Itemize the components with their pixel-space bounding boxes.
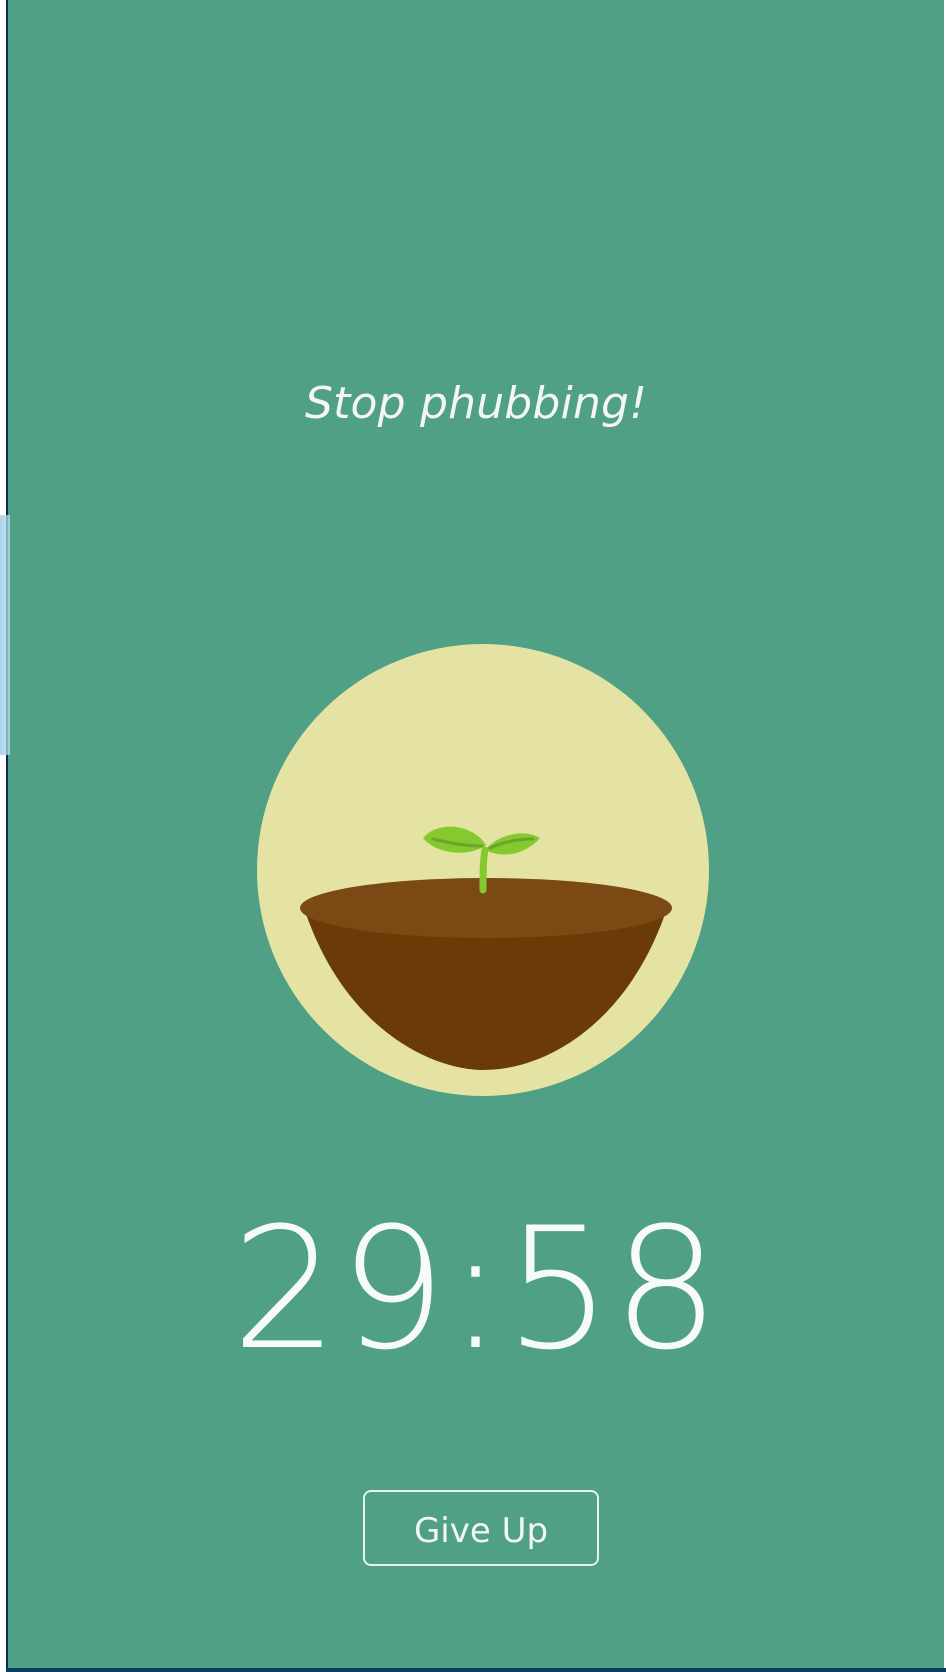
focus-message: Stop phubbing! xyxy=(304,378,648,429)
plant-illustration xyxy=(248,640,718,1100)
sprout-icon xyxy=(257,644,709,1096)
focus-screen: Stop phubbing! 29:58 Give Up xyxy=(8,0,944,1668)
countdown-timer: 29:58 xyxy=(231,1191,721,1387)
sprout-stem xyxy=(479,846,489,894)
give-up-button[interactable]: Give Up xyxy=(363,1490,599,1566)
desktop-background-sliver xyxy=(0,515,10,755)
frame-border-bottom xyxy=(6,1668,946,1672)
